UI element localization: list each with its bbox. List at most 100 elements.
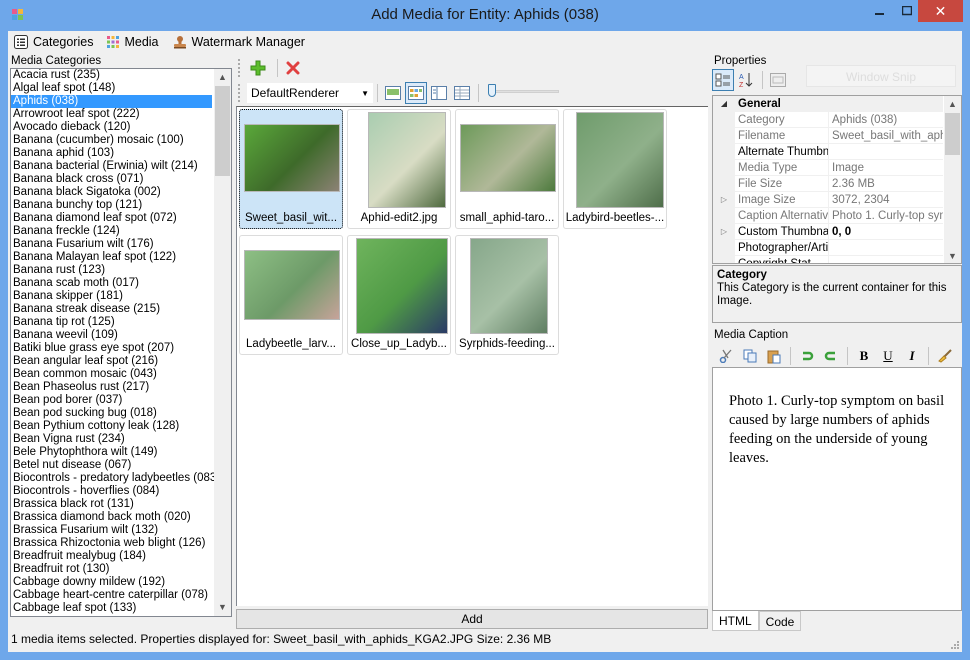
category-item[interactable]: Bean angular leaf spot (216): [11, 355, 231, 368]
category-item[interactable]: Banana (cucumber) mosaic (100): [11, 134, 231, 147]
scroll-thumb[interactable]: [945, 113, 960, 155]
property-row[interactable]: Photographer/Artis: [713, 240, 961, 256]
close-button[interactable]: ✕: [918, 0, 963, 22]
cut-button[interactable]: [714, 346, 738, 366]
category-item[interactable]: Banana diamond leaf spot (072): [11, 212, 231, 225]
bold-button[interactable]: B: [852, 346, 876, 366]
property-pages-button[interactable]: [767, 69, 789, 91]
category-item[interactable]: Biocontrols - predatory ladybeetles (083…: [11, 472, 231, 485]
category-item[interactable]: Banana streak disease (215): [11, 303, 231, 316]
category-item[interactable]: Bean Vigna rust (234): [11, 433, 231, 446]
add-button[interactable]: Add: [236, 609, 708, 629]
property-row[interactable]: Filename Sweet_basil_with_aphic: [713, 128, 961, 144]
category-item[interactable]: Bean Phaseolus rust (217): [11, 381, 231, 394]
category-item[interactable]: Bean Pythium cottony leak (128): [11, 420, 231, 433]
category-item[interactable]: Bean pod sucking bug (018): [11, 407, 231, 420]
property-row[interactable]: Category Aphids (038): [713, 112, 961, 128]
category-item[interactable]: Banana black cross (071): [11, 173, 231, 186]
category-item[interactable]: Cabbage leaf spot (133): [11, 602, 231, 615]
category-item[interactable]: Banana bacterial (Erwinia) wilt (214): [11, 160, 231, 173]
category-item[interactable]: Banana skipper (181): [11, 290, 231, 303]
category-item[interactable]: Algal leaf spot (148): [11, 82, 231, 95]
menu-media[interactable]: Media: [107, 35, 159, 49]
expand-icon[interactable]: ▷: [713, 224, 735, 240]
property-row[interactable]: Media Type Image: [713, 160, 961, 176]
category-item[interactable]: Arrowroot leaf spot (222): [11, 108, 231, 121]
slider-knob[interactable]: [488, 84, 496, 97]
resize-grip-icon[interactable]: [950, 640, 960, 650]
category-item[interactable]: Breadfruit rot (130): [11, 563, 231, 576]
media-tile[interactable]: small_aphid-taro...: [455, 109, 559, 229]
category-item[interactable]: Brassica black rot (131): [11, 498, 231, 511]
media-tile[interactable]: Close_up_Ladyb...: [347, 235, 451, 355]
property-value[interactable]: [829, 144, 943, 160]
collapse-icon[interactable]: ◢: [713, 96, 735, 112]
copy-button[interactable]: [738, 346, 762, 366]
expand-icon[interactable]: ▷: [713, 192, 735, 208]
category-item[interactable]: Brassica diamond back moth (020): [11, 511, 231, 524]
category-item[interactable]: Banana Fusarium wilt (176): [11, 238, 231, 251]
categories-list[interactable]: Acacia rust (235) Algal leaf spot (148) Ap…: [10, 68, 232, 617]
categories-scrollbar[interactable]: ▲ ▼: [214, 69, 231, 616]
property-value[interactable]: 0, 0: [829, 224, 943, 240]
caption-editor[interactable]: Photo 1. Curly-top symptom on basil caus…: [712, 367, 962, 611]
property-row[interactable]: ▷ Custom Thumbnail 0, 0: [713, 224, 961, 240]
category-item[interactable]: Brassica Fusarium wilt (132): [11, 524, 231, 537]
property-row[interactable]: File Size 2.36 MB: [713, 176, 961, 192]
category-item[interactable]: Cabbage downy mildew (192): [11, 576, 231, 589]
scroll-down-icon[interactable]: ▼: [944, 248, 961, 263]
category-item[interactable]: Banana freckle (124): [11, 225, 231, 238]
category-item[interactable]: Aphids (038): [11, 95, 212, 108]
minimize-button[interactable]: [866, 0, 894, 22]
media-tile[interactable]: Syrphids-feeding...: [455, 235, 559, 355]
media-tile[interactable]: Aphid-edit2.jpg: [347, 109, 451, 229]
media-tile[interactable]: Ladybeetle_larv...: [239, 235, 343, 355]
category-item[interactable]: Banana aphid (103): [11, 147, 231, 160]
menu-categories[interactable]: Categories: [14, 35, 93, 49]
category-item[interactable]: Bean pod borer (037): [11, 394, 231, 407]
property-grid[interactable]: ◢ General Category Aphids (038) Filename Sw…: [712, 95, 962, 264]
property-value[interactable]: [829, 240, 943, 256]
category-item[interactable]: Bele Phytophthora wilt (149): [11, 446, 231, 459]
thumbnail-view-button[interactable]: [405, 82, 427, 104]
category-item[interactable]: Banana weevil (109): [11, 329, 231, 342]
paste-button[interactable]: [762, 346, 786, 366]
category-item[interactable]: Banana black Sigatoka (002): [11, 186, 231, 199]
category-item[interactable]: Biocontrols - hoverflies (084): [11, 485, 231, 498]
redo-button[interactable]: [819, 346, 843, 366]
property-row[interactable]: ▷ Image Size 3072, 2304: [713, 192, 961, 208]
property-value[interactable]: 3072, 2304: [829, 192, 943, 208]
property-value[interactable]: 2.36 MB: [829, 176, 943, 192]
category-item[interactable]: Banana bunchy top (121): [11, 199, 231, 212]
scroll-thumb[interactable]: [215, 86, 230, 176]
property-value[interactable]: Sweet_basil_with_aphic: [829, 128, 943, 144]
property-category-general[interactable]: ◢ General: [713, 96, 961, 112]
add-media-button[interactable]: [247, 57, 269, 79]
thumbnail-size-slider[interactable]: [487, 82, 561, 104]
delete-media-button[interactable]: [282, 57, 304, 79]
scroll-up-icon[interactable]: ▲: [214, 69, 231, 86]
tab-html[interactable]: HTML: [712, 611, 759, 631]
maximize-button[interactable]: [893, 0, 921, 22]
property-row[interactable]: Alternate Thumbna: [713, 144, 961, 160]
tab-code[interactable]: Code: [758, 611, 802, 631]
category-item[interactable]: Brassica Rhizoctonia web blight (126): [11, 537, 231, 550]
category-item[interactable]: Bean common mosaic (043): [11, 368, 231, 381]
renderer-select[interactable]: DefaultRenderer ▼: [247, 83, 373, 103]
property-grid-scrollbar[interactable]: ▲ ▼: [944, 96, 961, 263]
scroll-up-icon[interactable]: ▲: [944, 96, 961, 113]
category-item[interactable]: Avocado dieback (120): [11, 121, 231, 134]
category-item[interactable]: Breadfruit mealybug (184): [11, 550, 231, 563]
property-value[interactable]: [829, 256, 943, 263]
property-value[interactable]: Photo 1. Curly-top sympt: [829, 208, 943, 224]
alphabetical-button[interactable]: AZ: [735, 69, 757, 91]
list-view-button[interactable]: [451, 82, 473, 104]
category-item[interactable]: Banana rust (123): [11, 264, 231, 277]
category-item[interactable]: Batiki blue grass eye spot (207): [11, 342, 231, 355]
property-value[interactable]: Image: [829, 160, 943, 176]
undo-button[interactable]: [795, 346, 819, 366]
underline-button[interactable]: U: [876, 346, 900, 366]
italic-button[interactable]: I: [900, 346, 924, 366]
categorized-button[interactable]: [712, 69, 734, 91]
category-item[interactable]: Banana scab moth (017): [11, 277, 231, 290]
